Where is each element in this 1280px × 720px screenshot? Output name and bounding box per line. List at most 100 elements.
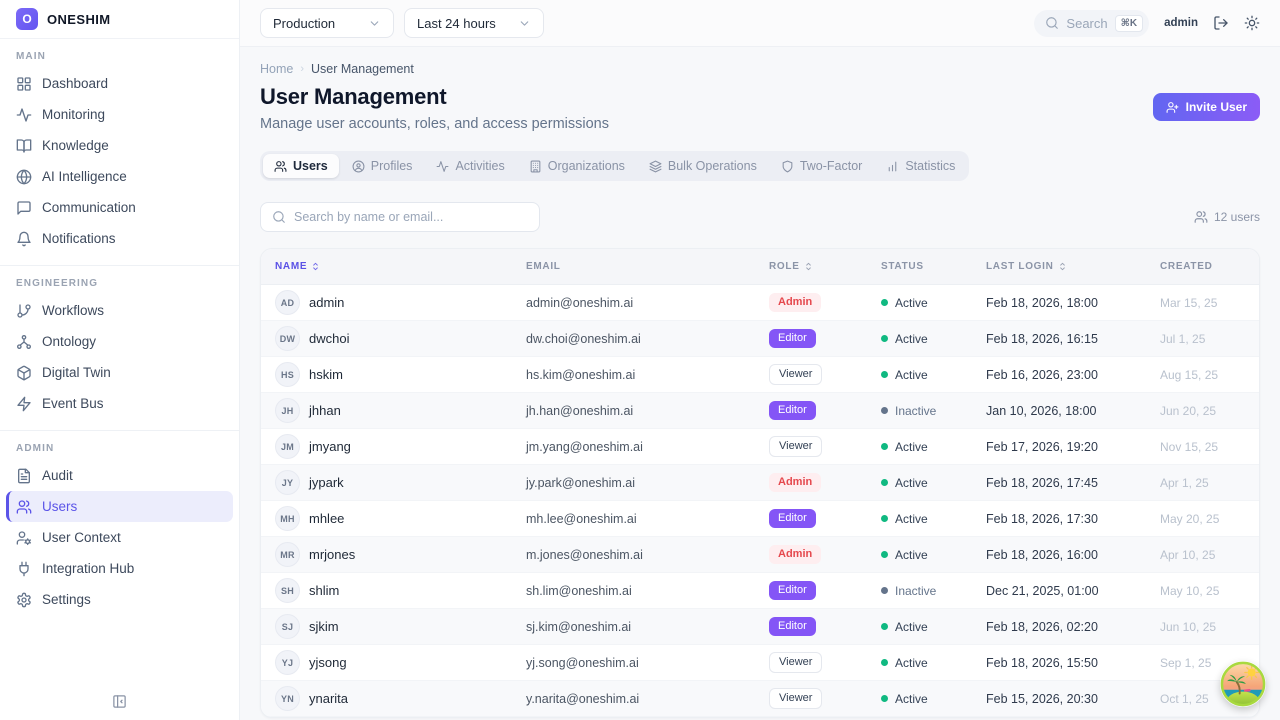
settings-icon (16, 592, 32, 608)
sidebar-item-user-context[interactable]: User Context (6, 522, 233, 553)
sidebar-item-knowledge[interactable]: Knowledge (6, 130, 233, 161)
invite-user-button[interactable]: Invite User (1153, 93, 1260, 121)
table-row-dwchoi[interactable]: DWdwchoidw.choi@oneshim.aiEditorActiveFe… (261, 321, 1259, 357)
role-cell: Editor (755, 329, 867, 347)
status-dot (881, 407, 888, 414)
status-dot (881, 335, 888, 342)
logout-icon[interactable] (1213, 15, 1229, 31)
time-range-select[interactable]: Last 24 hours (404, 8, 544, 38)
role-badge: Viewer (769, 652, 822, 672)
breadcrumb-separator: › (300, 63, 304, 75)
status-dot (881, 443, 888, 450)
status-dot (881, 695, 888, 702)
shield-icon (781, 160, 794, 173)
sidebar-item-event-bus[interactable]: Event Bus (6, 388, 233, 419)
ontology-icon (16, 334, 32, 350)
sidebar-item-users[interactable]: Users (6, 491, 233, 522)
role-cell: Viewer (755, 688, 867, 708)
sidebar-item-communication[interactable]: Communication (6, 192, 233, 223)
sidebar: O ONESHIM MAINDashboardMonitoringKnowled… (0, 0, 240, 720)
table-row-jypark[interactable]: JYjyparkjy.park@oneshim.aiAdminActiveFeb… (261, 465, 1259, 501)
status-cell: Active (867, 295, 972, 310)
sidebar-item-monitoring[interactable]: Monitoring (6, 99, 233, 130)
tab-profiles[interactable]: Profiles (341, 154, 424, 178)
nav-section-engineering: ENGINEERING (0, 266, 239, 295)
name-cell: YJyjsong (261, 650, 512, 675)
column-label: LAST LOGIN (986, 261, 1054, 272)
sidebar-item-audit[interactable]: Audit (6, 460, 233, 491)
table-row-sjkim[interactable]: SJsjkimsj.kim@oneshim.aiEditorActiveFeb … (261, 609, 1259, 645)
column-header-last-login[interactable]: LAST LOGIN (972, 261, 1146, 272)
sidebar-item-workflows[interactable]: Workflows (6, 295, 233, 326)
status-cell: Active (867, 367, 972, 382)
tab-bulk-operations[interactable]: Bulk Operations (638, 154, 768, 178)
user-name: jhhan (309, 403, 341, 418)
sort-icon (803, 261, 814, 272)
user-email: yj.song@oneshim.ai (512, 656, 755, 670)
status-cell: Active (867, 475, 972, 490)
table-row-mhlee[interactable]: MHmhleemh.lee@oneshim.aiEditorActiveFeb … (261, 501, 1259, 537)
created-date: Apr 10, 25 (1146, 548, 1259, 562)
tab-label: Profiles (371, 159, 413, 173)
table-row-jmyang[interactable]: JMjmyangjm.yang@oneshim.aiViewerActiveFe… (261, 429, 1259, 465)
table-search-input[interactable] (294, 210, 528, 224)
status-dot (881, 479, 888, 486)
digital-twin-icon (16, 365, 32, 381)
theme-toggle-icon[interactable] (1244, 15, 1260, 31)
created-date: Mar 15, 25 (1146, 296, 1259, 310)
role-cell: Viewer (755, 436, 867, 456)
created-date: Jun 10, 25 (1146, 620, 1259, 634)
sidebar-item-label: Digital Twin (42, 365, 111, 380)
global-search[interactable]: Search ⌘K (1034, 10, 1149, 37)
role-badge: Editor (769, 617, 816, 635)
sidebar-item-label: Notifications (42, 231, 116, 246)
table-row-ynarita[interactable]: YNynaritay.narita@oneshim.aiViewerActive… (261, 681, 1259, 717)
column-header-email: EMAIL (512, 261, 755, 272)
column-header-role[interactable]: ROLE (755, 261, 867, 272)
user-email: sj.kim@oneshim.ai (512, 620, 755, 634)
collapse-sidebar-icon[interactable] (112, 694, 127, 709)
status-badge: Active (881, 512, 928, 526)
breadcrumb-home[interactable]: Home (260, 62, 293, 76)
name-cell: MRmrjones (261, 542, 512, 567)
environment-select[interactable]: Production (260, 8, 394, 38)
table-search[interactable] (260, 202, 540, 232)
sidebar-item-settings[interactable]: Settings (6, 584, 233, 615)
sidebar-item-digital-twin[interactable]: Digital Twin (6, 357, 233, 388)
column-label: EMAIL (526, 261, 561, 272)
sidebar-item-integration-hub[interactable]: Integration Hub (6, 553, 233, 584)
table-row-admin[interactable]: ADadminadmin@oneshim.aiAdminActiveFeb 18… (261, 285, 1259, 321)
avatar: MR (275, 542, 300, 567)
tab-users[interactable]: Users (263, 154, 339, 178)
audit-icon (16, 468, 32, 484)
user-plus-icon (1166, 101, 1179, 114)
user-count: 12 users (1194, 210, 1260, 224)
table-row-mrjones[interactable]: MRmrjonesm.jones@oneshim.aiAdminActiveFe… (261, 537, 1259, 573)
sidebar-item-ai-intelligence[interactable]: AI Intelligence (6, 161, 233, 192)
tab-label: Activities (455, 159, 504, 173)
island-fab[interactable] (1220, 661, 1266, 707)
tab-activities[interactable]: Activities (425, 154, 515, 178)
role-badge: Viewer (769, 364, 822, 384)
sidebar-item-dashboard[interactable]: Dashboard (6, 68, 233, 99)
table-row-hskim[interactable]: HShskimhs.kim@oneshim.aiViewerActiveFeb … (261, 357, 1259, 393)
table-row-jhhan[interactable]: JHjhhanjh.han@oneshim.aiEditorInactiveJa… (261, 393, 1259, 429)
avatar: JH (275, 398, 300, 423)
event-bus-icon (16, 396, 32, 412)
avatar: AD (275, 290, 300, 315)
tab-two-factor[interactable]: Two-Factor (770, 154, 874, 178)
role-badge: Admin (769, 545, 821, 563)
monitoring-icon (16, 107, 32, 123)
name-cell: ADadmin (261, 290, 512, 315)
column-header-name[interactable]: NAME (261, 261, 512, 272)
column-label: STATUS (881, 261, 924, 272)
sidebar-item-notifications[interactable]: Notifications (6, 223, 233, 254)
table-row-yjsong[interactable]: YJyjsongyj.song@oneshim.aiViewerActiveFe… (261, 645, 1259, 681)
tab-statistics[interactable]: Statistics (875, 154, 966, 178)
main: Production Last 24 hours Search ⌘K admin… (240, 0, 1280, 720)
table-row-shlim[interactable]: SHshlimsh.lim@oneshim.aiEditorInactiveDe… (261, 573, 1259, 609)
tab-organizations[interactable]: Organizations (518, 154, 636, 178)
sidebar-item-label: Knowledge (42, 138, 109, 153)
invite-user-label: Invite User (1186, 100, 1247, 114)
sidebar-item-ontology[interactable]: Ontology (6, 326, 233, 357)
